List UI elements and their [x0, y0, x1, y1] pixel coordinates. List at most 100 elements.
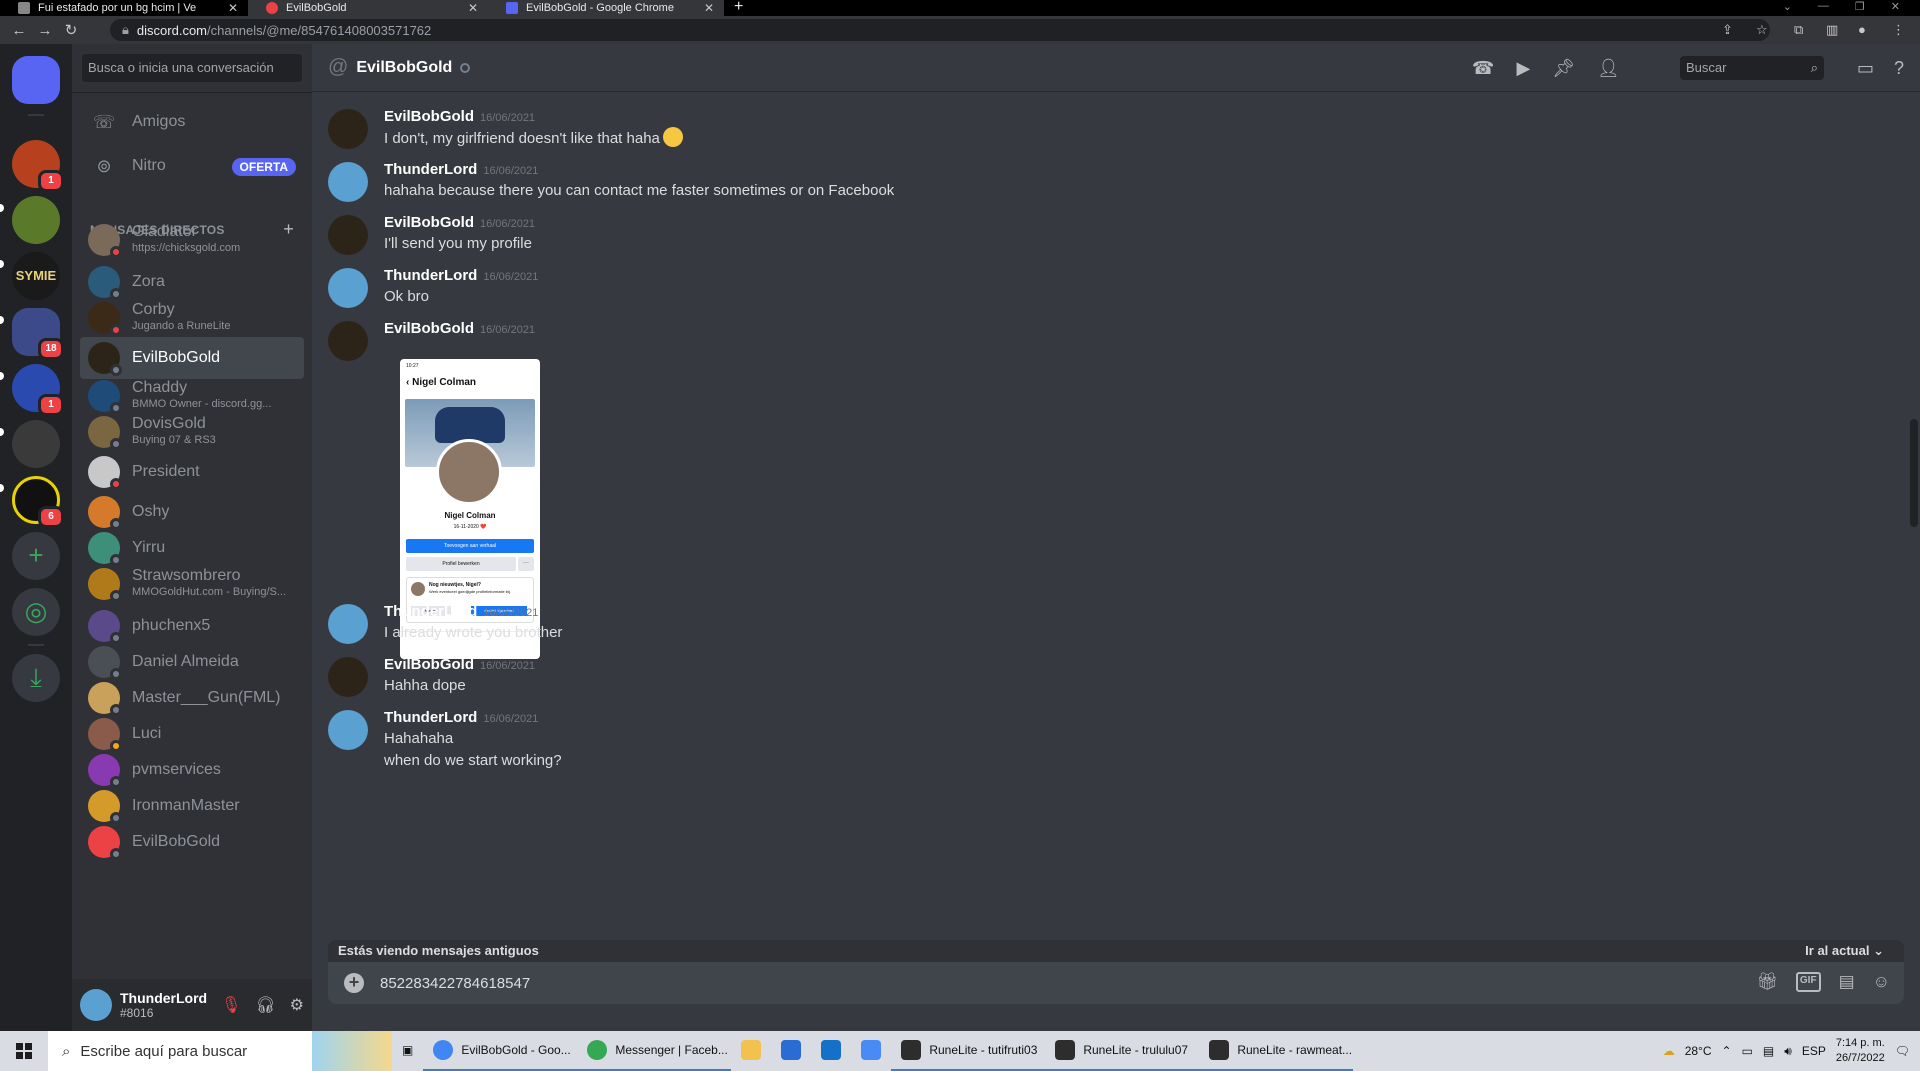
dm-item[interactable]: Corby Jugando a RuneLite [80, 297, 304, 339]
avatar[interactable] [328, 215, 368, 255]
upload-plus-icon[interactable]: + [344, 973, 364, 993]
dm-item[interactable]: Gladiator https://chicksgold.com [80, 219, 304, 261]
user-avatar[interactable] [80, 989, 112, 1021]
window-close-button[interactable]: ✕ [1891, 0, 1900, 16]
message-author[interactable]: EvilBobGold [384, 320, 474, 337]
dm-item[interactable]: Strawsombrero MMOGoldHut.com - Buying/S..… [80, 563, 304, 605]
input-language[interactable]: ESP [1802, 1044, 1826, 1058]
address-bar[interactable]: 🔒︎ discord.com/channels/@me/854761408003… [110, 19, 1770, 41]
emoji-icon[interactable]: ☺ [1873, 972, 1890, 992]
chat-scrollbar[interactable] [1910, 419, 1918, 527]
notifications-icon[interactable]: 🗨︎ [1895, 1044, 1910, 1058]
minimize-button[interactable]: — [1818, 0, 1829, 16]
forward-button[interactable]: → [32, 22, 58, 39]
server-folder[interactable]: 18 [12, 308, 64, 360]
app-icon[interactable] [771, 1031, 811, 1071]
bookmark-star-icon[interactable]: ☆ [1756, 22, 1768, 38]
dm-item[interactable]: EvilBobGold [80, 337, 304, 379]
server-icon[interactable] [12, 420, 60, 468]
server-icon[interactable]: SYMIE [12, 252, 60, 300]
taskbar-app[interactable]: EvilBobGold - Goo... [423, 1031, 578, 1071]
message-author[interactable]: EvilBobGold [384, 214, 474, 231]
taskbar-search[interactable]: ⌕ Escribe aquí para buscar [48, 1031, 392, 1071]
server-icon[interactable]: 6 [12, 476, 64, 528]
dm-item[interactable]: President [80, 451, 304, 493]
clock[interactable]: 7:14 p. m. 26/7/2022 [1836, 1036, 1885, 1066]
avatar[interactable] [328, 109, 368, 149]
taskbar-app[interactable]: RuneLite - rawmeat... [1199, 1031, 1354, 1071]
headphones-icon[interactable]: 🎧︎ [255, 995, 275, 1015]
voice-call-icon[interactable]: ☎ [1472, 58, 1494, 79]
show-hidden-icons-chevron-icon[interactable]: ⌃ [1722, 1044, 1732, 1058]
message-author[interactable]: EvilBobGold [384, 656, 474, 673]
settings-gear-icon[interactable]: ⚙ [290, 995, 304, 1015]
video-call-icon[interactable]: ▶ [1516, 58, 1530, 79]
nitro-nav-item[interactable]: ⊚ Nitro OFERTA [80, 145, 304, 187]
file-explorer-icon[interactable] [731, 1031, 771, 1071]
help-icon[interactable]: ? [1894, 58, 1904, 79]
avatar[interactable] [328, 710, 368, 750]
download-apps-icon[interactable]: ⤓ [12, 654, 60, 702]
network-icon[interactable]: ▤ [1763, 1044, 1774, 1058]
browser-tab-active[interactable]: EvilBobGold ✕ [248, 0, 488, 16]
find-conversation-search[interactable]: Busca o inicia una conversación [82, 54, 302, 82]
jump-to-present-button[interactable]: Ir al actual ⌄ [1805, 940, 1884, 962]
new-tab-button[interactable]: + [734, 0, 743, 15]
dm-item[interactable]: EvilBobGold [80, 821, 304, 863]
reload-button[interactable]: ↻ [58, 21, 84, 39]
back-button[interactable]: ← [6, 22, 32, 39]
message-author[interactable]: ThunderLord [384, 267, 477, 284]
sticker-icon[interactable]: ▤ [1839, 972, 1855, 992]
status-indicator-icon [110, 590, 122, 602]
weather-icon[interactable]: ☁ [1663, 1044, 1675, 1058]
side-panel-icon[interactable]: ▥ [1826, 22, 1838, 38]
close-icon[interactable]: ✕ [228, 1, 238, 15]
taskbar-app[interactable]: Messenger | Faceb... [577, 1031, 732, 1071]
unread-pill [0, 204, 4, 212]
avatar[interactable] [328, 604, 368, 644]
volume-icon[interactable]: 🔊︎ [1784, 1044, 1792, 1059]
browser-tab[interactable]: Fui estafado por un bg hcim | Ve ✕ [0, 0, 248, 16]
add-server-button[interactable]: + [12, 532, 60, 580]
browser-tab[interactable]: EvilBobGold - Google Chrome ✕ [488, 0, 724, 16]
gift-icon[interactable]: 🎁︎ [1756, 972, 1778, 992]
restore-button[interactable]: ❐ [1855, 0, 1865, 16]
tab-search-icon[interactable]: ⌄ [1783, 0, 1792, 16]
avatar[interactable] [328, 657, 368, 697]
message-author[interactable]: ThunderLord [384, 603, 477, 620]
add-friends-to-dm-icon[interactable]: 👤︎ [1597, 58, 1620, 79]
chat-search-input[interactable]: Buscar ⌕ [1680, 56, 1824, 80]
mail-icon[interactable] [811, 1031, 851, 1071]
pinned-messages-pin-icon[interactable]: 📌︎ [1552, 58, 1575, 79]
task-view-icon[interactable]: ▣ [392, 1031, 423, 1071]
app-icon[interactable] [851, 1031, 891, 1071]
message-author[interactable]: EvilBobGold [384, 108, 474, 125]
extensions-icon[interactable]: ⧉ [1794, 22, 1803, 38]
message-author[interactable]: ThunderLord [384, 161, 477, 178]
taskbar-app[interactable]: RuneLite - trululu07 [1045, 1031, 1200, 1071]
mute-microphone-icon[interactable]: 🎙︎ [221, 995, 241, 1015]
avatar[interactable] [328, 268, 368, 308]
server-icon[interactable] [12, 196, 60, 244]
profile-avatar-icon[interactable]: ● [1858, 22, 1866, 37]
close-icon[interactable]: ✕ [704, 1, 714, 15]
avatar[interactable] [328, 162, 368, 202]
temperature[interactable]: 28°C [1685, 1044, 1712, 1058]
start-button[interactable] [0, 1031, 48, 1071]
message-input[interactable]: 852283422784618547 [380, 975, 530, 992]
chrome-menu-icon[interactable]: ⋮ [1892, 22, 1905, 38]
explore-servers-compass-icon[interactable]: ◎ [12, 588, 60, 636]
server-icon[interactable]: 1 [12, 140, 64, 192]
friends-nav-item[interactable]: ☏ Amigos [80, 101, 304, 143]
dm-item[interactable]: DovisGold Buying 07 & RS3 [80, 411, 304, 453]
share-icon[interactable]: ⇪ [1722, 22, 1733, 38]
message-author[interactable]: ThunderLord [384, 709, 477, 726]
gif-icon[interactable]: GIF [1795, 972, 1821, 992]
avatar[interactable] [328, 321, 368, 361]
inbox-icon[interactable]: ▭ [1857, 58, 1874, 79]
close-icon[interactable]: ✕ [468, 1, 478, 15]
server-icon[interactable]: 1 [12, 364, 64, 416]
taskbar-app[interactable]: RuneLite - tutifruti03 [891, 1031, 1046, 1071]
battery-icon[interactable]: ▭ [1742, 1044, 1753, 1058]
home-button[interactable] [12, 56, 60, 104]
